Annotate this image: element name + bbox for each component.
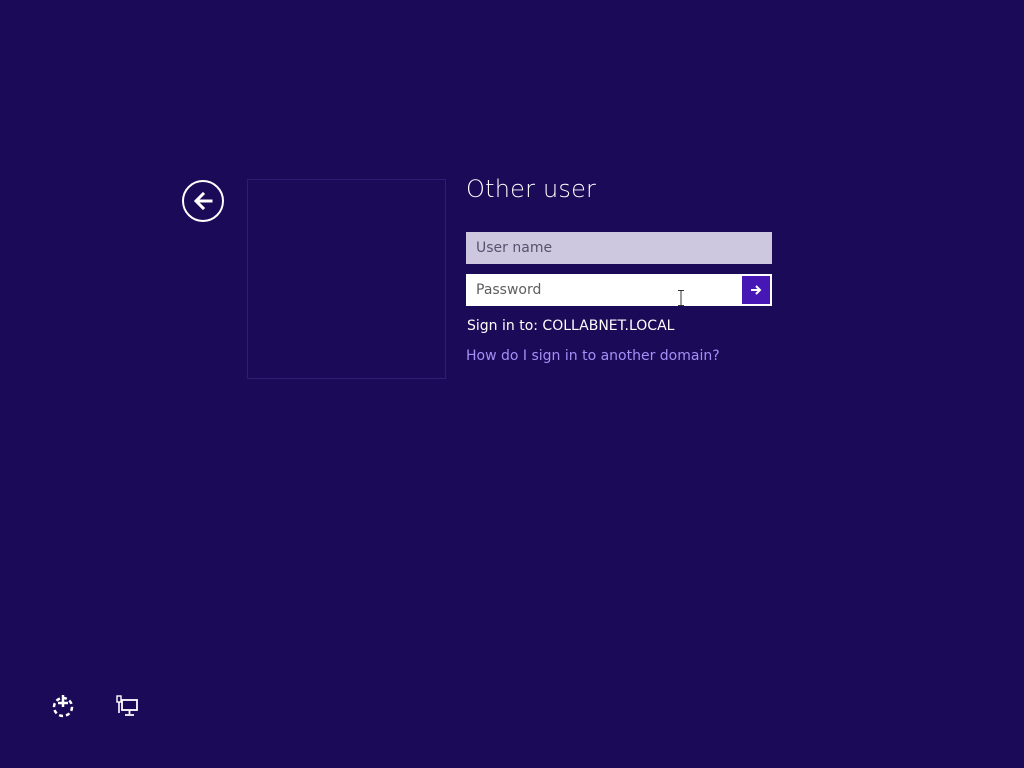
page-title: Other user [466,175,597,203]
lock-screen: Other user Sign in to: COLLABNET.LOCAL H… [0,0,1024,768]
username-input[interactable] [466,232,772,264]
user-picture-tile [247,179,446,379]
password-field-container [466,274,772,306]
username-field-container [466,232,772,264]
back-arrow-icon [193,191,213,211]
submit-button[interactable] [742,276,770,304]
signin-domain-label: Sign in to: COLLABNET.LOCAL [467,318,675,334]
text-cursor-icon [678,290,684,306]
arrow-right-icon [751,285,762,295]
network-button[interactable] [113,692,141,720]
password-input[interactable] [467,275,742,305]
ease-of-access-button[interactable] [49,692,77,720]
domain-help-link[interactable]: How do I sign in to another domain? [466,348,720,364]
back-button[interactable] [182,180,224,222]
ease-of-access-icon [52,695,74,718]
network-icon [116,695,138,716]
